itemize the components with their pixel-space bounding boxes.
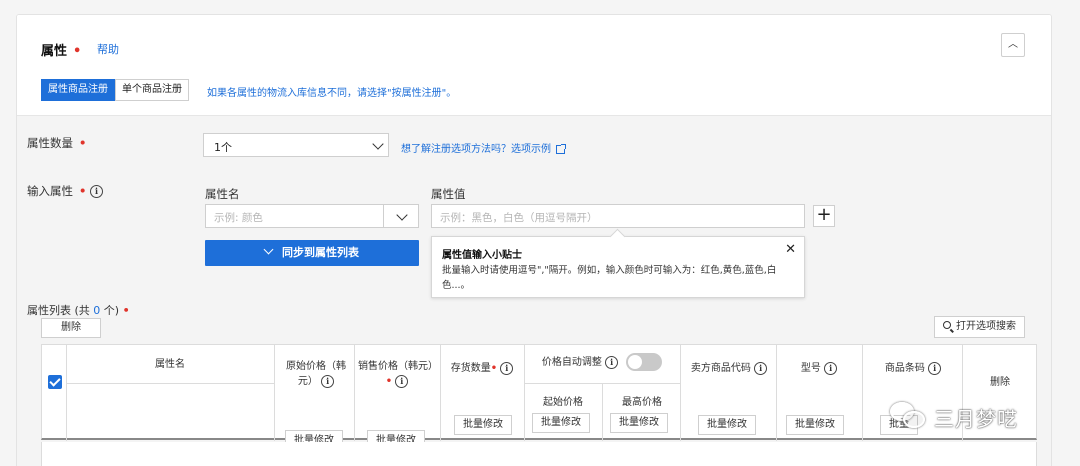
open-option-search-button[interactable]: 打开选项搜索 [934, 316, 1025, 338]
th-model: 型号 i [778, 361, 860, 376]
tooltip-text: 批量输入时请使用逗号","隔开。例如，输入颜色时可输入为：红色,黄色,蓝色,白色… [442, 265, 777, 291]
external-link-icon [556, 143, 566, 154]
tab-single-register[interactable]: 单个商品注册 [115, 79, 189, 101]
info-icon[interactable]: i [605, 355, 619, 369]
sync-to-list-button[interactable]: 同步到属性列表 [205, 240, 419, 266]
th-seller-code: 卖方商品代码 i [682, 361, 776, 376]
close-icon[interactable]: ✕ [785, 242, 796, 257]
info-icon[interactable]: i [824, 361, 838, 375]
auto-price-toggle[interactable] [626, 353, 662, 371]
chevron-up-icon: ︿ [1008, 39, 1018, 50]
th-stock: 存货数量• i [442, 361, 522, 376]
info-icon[interactable]: i [754, 361, 768, 375]
card-header: 属性 • 帮助 ︿ 属性商品注册 单个商品注册 如果各属性的物流入库信息不同，请选… [17, 15, 1051, 115]
collapse-button[interactable]: ︿ [1001, 33, 1025, 57]
bulk-edit-seller-code[interactable]: 批量修改 [698, 415, 756, 435]
info-icon[interactable]: i [500, 361, 514, 375]
register-mode-tabs: 属性商品注册 单个商品注册 [41, 79, 189, 101]
input-attr-label: 输入属性 • i [27, 183, 104, 199]
tooltip-title: 属性值输入小贴士 [442, 250, 522, 261]
wechat-icon [890, 402, 928, 432]
count-select[interactable]: 1个 [203, 133, 389, 157]
count-label: 属性数量 • [27, 136, 87, 150]
chevron-down-icon [372, 138, 384, 150]
attr-value-input[interactable]: 示例：黑色，白色（用逗号隔开） [431, 204, 805, 228]
options-example-link[interactable]: 想了解注册选项方法吗？选项示例 [401, 140, 566, 155]
th-attr-name: 属性名 [155, 359, 185, 370]
info-icon[interactable]: i [928, 361, 942, 375]
search-icon [943, 321, 951, 329]
th-max-price: 最高价格 [622, 397, 662, 408]
chevron-down-icon [263, 244, 274, 255]
th-auto-price: 价格自动调整 i [526, 355, 634, 370]
bulk-edit-start-price[interactable]: 批量修改 [532, 413, 590, 433]
watermark: 三月梦呓 [890, 397, 1018, 437]
info-icon[interactable]: i [395, 374, 409, 388]
bulk-edit-stock[interactable]: 批量修改 [454, 415, 512, 435]
th-start-price: 起始价格 [543, 397, 583, 408]
help-link[interactable]: 帮助 [97, 41, 119, 57]
table-body-empty [41, 442, 1037, 466]
th-sale-price: 销售价格（韩元）• i [358, 361, 438, 388]
attribute-table: 属性名 原始价格（韩元） i 销售价格（韩元）• i 存货数量• i 价格自动调… [41, 344, 1037, 441]
value-input-tooltip: 属性值输入小贴士 ✕ 批量输入时请使用逗号","隔开。例如，输入颜色时可输入为：… [431, 236, 805, 298]
delete-button[interactable]: 删除 [41, 318, 101, 338]
mode-note: 如果各属性的物流入库信息不同，请选择"按属性注册"。 [207, 88, 457, 99]
attr-value-label: 属性值 [431, 187, 466, 201]
attr-name-label: 属性名 [205, 187, 240, 201]
chevron-down-icon[interactable] [396, 209, 408, 221]
info-icon[interactable]: i [90, 185, 104, 198]
th-original-price: 原始价格（韩元） i [286, 361, 346, 388]
select-all-checkbox[interactable] [48, 375, 62, 389]
section-title: 属性 • [41, 44, 82, 59]
th-delete: 删除 [990, 377, 1010, 388]
info-icon[interactable]: i [321, 374, 335, 388]
tab-attribute-register[interactable]: 属性商品注册 [41, 79, 115, 101]
divider [383, 205, 384, 227]
th-barcode: 商品条码 i [864, 361, 962, 376]
bulk-edit-max-price[interactable]: 批量修改 [610, 413, 668, 433]
add-value-button[interactable]: + [813, 205, 835, 227]
bulk-edit-model[interactable]: 批量修改 [786, 415, 844, 435]
required-dot: • [73, 44, 82, 59]
attr-name-input[interactable]: 示例: 颜色 [205, 204, 419, 228]
attr-list-label: 属性列表 (共 0 个) • [27, 304, 130, 317]
